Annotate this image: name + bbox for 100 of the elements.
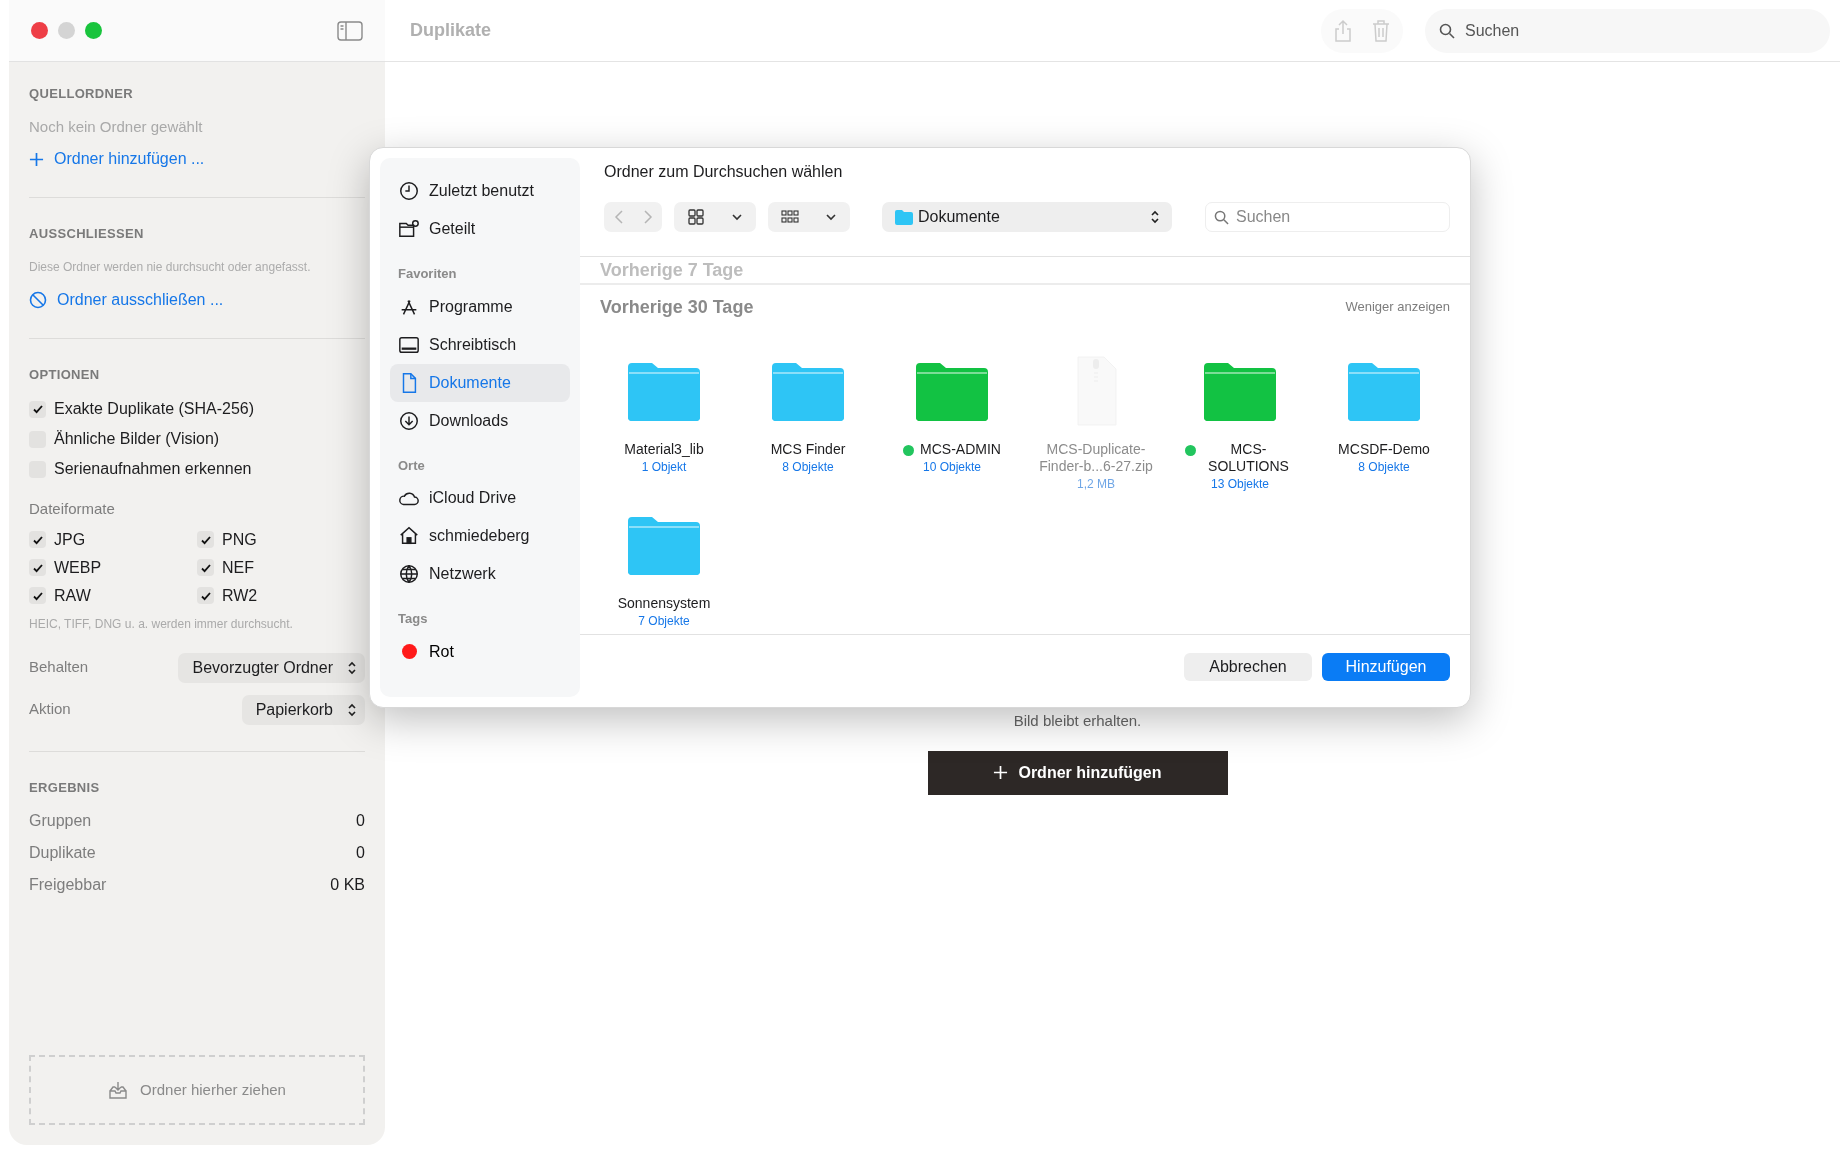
checkbox[interactable] xyxy=(29,587,46,604)
shared-folder-icon xyxy=(398,218,420,240)
result-label: Duplikate xyxy=(29,843,96,863)
file-item[interactable]: MCS Finder 8 Objekte xyxy=(736,355,880,493)
file-name: MCSDF-Demo xyxy=(1338,441,1430,458)
folder-icon xyxy=(894,209,914,225)
plus-icon xyxy=(29,151,44,167)
file-info: 8 Objekte xyxy=(782,459,834,476)
forward-chevron-icon xyxy=(642,209,653,225)
globe-icon xyxy=(398,563,420,585)
gallery-grid-icon xyxy=(781,209,799,225)
section-title: Vorherige 7 Tage xyxy=(600,258,744,282)
add-button[interactable]: Hinzufügen xyxy=(1322,653,1450,681)
sidebar-group-label: Orte xyxy=(397,456,426,475)
file-info: 1 Objekt xyxy=(641,459,687,476)
sidebar-toggle-icon[interactable] xyxy=(337,20,363,41)
checkbox-label: WEBP xyxy=(54,557,102,578)
checkbox[interactable] xyxy=(29,400,46,418)
file-item[interactable]: MCS-SOLUTIONS 13 Objekte xyxy=(1168,355,1312,493)
up-down-chevron-icon xyxy=(347,660,357,675)
file-item[interactable]: MCS-ADMIN 10 Objekte xyxy=(880,355,1024,493)
home-icon xyxy=(398,525,420,547)
section-heading: AUSSCHLIESSEN xyxy=(29,225,145,243)
checkbox-label: Serienaufnahmen erkennen xyxy=(54,459,252,479)
popup-select[interactable]: Papierkorb xyxy=(241,694,365,725)
result-label: Freigebbar xyxy=(29,875,107,895)
cancel-button[interactable]: Abbrechen xyxy=(1184,653,1312,681)
empty-source-text: Noch kein Ordner gewählt xyxy=(29,116,204,137)
search-icon xyxy=(1214,209,1229,225)
grid-icon xyxy=(687,209,704,225)
exclude-folder-link[interactable]: Ordner ausschließen ... xyxy=(29,287,365,312)
select-label: Aktion xyxy=(29,699,71,720)
result-value: 0 xyxy=(356,843,365,863)
file-name: Material3_lib xyxy=(624,441,704,458)
file-info: 13 Objekte xyxy=(1210,476,1269,493)
file-item[interactable]: Sonnensystem 7 Objekte xyxy=(592,509,736,630)
dialog-title: Ordner zum Durchsuchen wählen xyxy=(603,162,844,182)
file-name: MCS-ADMIN xyxy=(920,441,1001,458)
close-window-button[interactable] xyxy=(31,22,48,39)
checkbox[interactable] xyxy=(197,587,214,604)
checkmark-icon xyxy=(31,403,44,415)
file-name: MCS-SOLUTIONS xyxy=(1207,441,1290,475)
sidebar-item[interactable]: iCloud Drive xyxy=(390,479,570,517)
chevron-down-icon xyxy=(730,213,743,221)
sidebar-item[interactable]: Netzwerk xyxy=(390,555,570,593)
checkbox-label: RAW xyxy=(54,585,91,606)
up-down-chevron-icon xyxy=(347,702,357,717)
sidebar-item[interactable]: Schreibtisch xyxy=(390,325,570,364)
drop-zone-text: Ordner hierher ziehen xyxy=(140,1079,286,1100)
section-heading: ERGEBNIS xyxy=(29,778,101,797)
add-folder-link[interactable]: Ordner hinzufügen ... xyxy=(29,147,365,171)
sidebar-item[interactable]: Geteilt xyxy=(390,210,570,248)
file-info: 8 Objekte xyxy=(1358,459,1410,476)
add-folder-button[interactable]: Ordner hinzufügen xyxy=(927,750,1228,795)
zoom-window-button[interactable] xyxy=(85,22,102,39)
search-field[interactable]: Suchen xyxy=(1425,8,1830,53)
result-value: 0 xyxy=(356,811,365,831)
file-name: Sonnensystem xyxy=(617,595,711,612)
checkbox-label: Exakte Duplikate (SHA-256) xyxy=(54,399,255,419)
section-heading: QUELLORDNER xyxy=(29,85,134,103)
popup-select[interactable]: Bevorzugter Ordner xyxy=(178,652,365,683)
icon-view-button[interactable] xyxy=(674,202,756,232)
up-down-chevron-icon xyxy=(1150,210,1160,224)
sidebar-item[interactable]: Downloads xyxy=(390,401,570,440)
file-info: 1,2 MB xyxy=(1077,476,1115,493)
checkbox-label: JPG xyxy=(54,529,86,550)
checkbox-label: PNG xyxy=(222,529,257,550)
sidebar-item[interactable]: Dokumente xyxy=(390,363,570,402)
window-title: Duplikate xyxy=(410,19,492,42)
tray-download-icon xyxy=(108,1081,129,1099)
file-name: MCS-Duplicate-Finder-b...6-27.zip xyxy=(1038,441,1154,475)
search-icon xyxy=(1439,22,1455,39)
sidebar-item[interactable]: schmiedeberg xyxy=(390,517,570,555)
checkbox[interactable] xyxy=(29,559,46,576)
show-less-link[interactable]: Weniger anzeigen xyxy=(1345,297,1450,317)
checkbox[interactable] xyxy=(197,559,214,576)
file-item[interactable]: MCSDF-Demo 8 Objekte xyxy=(1312,355,1456,493)
sidebar-item[interactable]: Rot xyxy=(390,632,570,671)
clock-icon xyxy=(398,180,420,202)
dialog-search-field[interactable]: Suchen xyxy=(1205,202,1450,232)
group-view-button[interactable] xyxy=(768,202,850,232)
sidebar-item[interactable]: Zuletzt benutzt xyxy=(390,172,570,210)
checkbox-label: NEF xyxy=(222,557,254,578)
chevron-down-icon xyxy=(825,213,837,221)
file-info: 7 Objekte xyxy=(638,613,690,630)
file-item[interactable]: Material3_lib 1 Objekt xyxy=(592,355,736,493)
formats-note: HEIC, TIFF, DNG u. a. werden immer durchsucht. xyxy=(29,615,294,633)
file-info: 10 Objekte xyxy=(922,459,981,476)
sidebar-group-label: Favoriten xyxy=(397,265,458,283)
plus-icon xyxy=(993,765,1009,780)
hint-text: Bild bleibt erhalten. xyxy=(1013,711,1142,731)
prohibited-icon xyxy=(29,290,47,309)
sidebar-item[interactable]: Programme xyxy=(390,287,570,326)
checkbox-label: Ähnliche Bilder (Vision) xyxy=(54,429,220,449)
back-chevron-icon xyxy=(613,209,624,225)
formats-label: Dateiformate xyxy=(29,499,116,519)
location-popup[interactable]: Dokumente xyxy=(882,202,1172,232)
checkbox[interactable] xyxy=(29,531,46,548)
sidebar-group-label: Tags xyxy=(397,610,429,628)
checkbox[interactable] xyxy=(197,531,214,548)
